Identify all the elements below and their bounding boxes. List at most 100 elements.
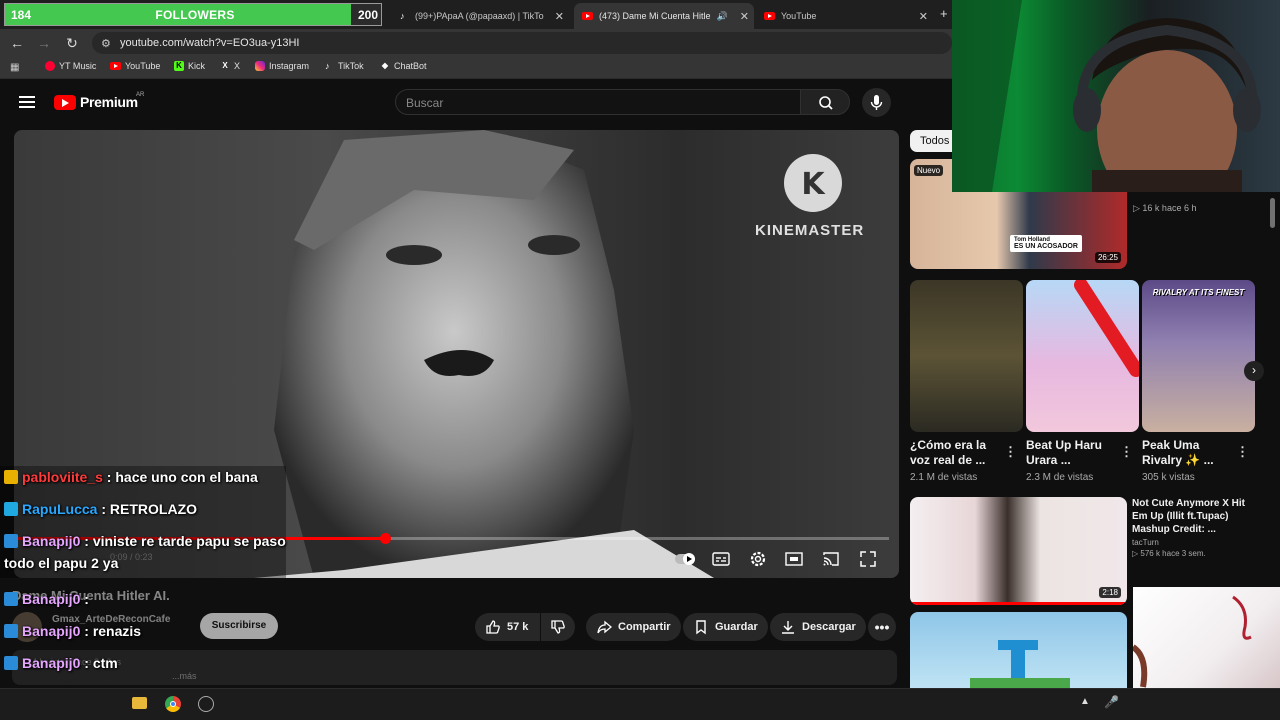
bookmark-icon bbox=[696, 620, 706, 635]
chat-username: Banapij0 bbox=[22, 533, 81, 549]
url-text: youtube.com/watch?v=EO3ua-y13HI bbox=[120, 37, 300, 49]
close-tab-icon[interactable]: ✕ bbox=[740, 10, 749, 23]
fullscreen-icon[interactable] bbox=[858, 549, 878, 569]
voice-search-button[interactable] bbox=[862, 88, 891, 117]
bookmark-youtube[interactable]: YouTube bbox=[110, 61, 160, 71]
ytmusic-icon bbox=[45, 61, 55, 71]
recommended-video-thumbnail[interactable] bbox=[910, 612, 1127, 688]
search-button[interactable] bbox=[800, 89, 850, 115]
subtitles-icon[interactable] bbox=[711, 549, 731, 569]
recommended-info[interactable]: Not Cute Anymore X Hit Em Up (Illit ft.T… bbox=[1132, 497, 1256, 558]
address-bar[interactable]: ⚙ youtube.com/watch?v=EO3ua-y13HI bbox=[92, 32, 952, 54]
chrome-icon[interactable] bbox=[165, 696, 181, 712]
bookmark-label: YT Music bbox=[59, 61, 97, 71]
tab-youtube[interactable]: YouTube ✕ bbox=[756, 3, 936, 29]
more-horizontal-icon: ••• bbox=[874, 619, 890, 635]
short-title: Beat Up Haru bbox=[1026, 438, 1103, 452]
thumb-caption: RIVALRY AT ITS FINEST bbox=[1152, 288, 1245, 297]
bookmark-x[interactable]: X X bbox=[220, 61, 240, 71]
download-button[interactable]: Descargar bbox=[770, 613, 866, 641]
chat-text: RETROLAZO bbox=[109, 501, 198, 517]
close-tab-icon[interactable]: ✕ bbox=[555, 10, 564, 23]
tray-chevron-up-icon[interactable]: ▲ bbox=[1080, 696, 1090, 707]
duration-badge: 2:18 bbox=[1099, 587, 1121, 598]
close-tab-icon[interactable]: ✕ bbox=[919, 10, 928, 23]
hamburger-menu-icon[interactable] bbox=[19, 96, 35, 111]
chat-message: Banapij0 : renazis bbox=[4, 620, 286, 642]
bookmark-ytmusic[interactable]: YT Music bbox=[45, 61, 96, 71]
tab-tiktok[interactable]: ♪ (99+)PApaA (@papaaxd) | TikTo ✕ bbox=[392, 3, 572, 29]
chat-separator: : bbox=[80, 655, 93, 671]
shorts-next-arrow-icon[interactable]: › bbox=[1244, 361, 1264, 381]
bookmark-label: X bbox=[234, 61, 241, 71]
scrollbar-thumb[interactable] bbox=[1270, 198, 1275, 228]
chat-message: Banapij0 : viniste re tarde papu se paso… bbox=[4, 530, 286, 574]
youtube-logo-icon bbox=[54, 94, 76, 110]
webcam-feed bbox=[952, 0, 1261, 192]
miniplayer-icon[interactable] bbox=[784, 549, 804, 569]
more-actions-button[interactable]: ••• bbox=[868, 613, 896, 641]
chat-separator: : bbox=[80, 623, 93, 639]
bookmark-kick[interactable]: K Kick bbox=[174, 61, 205, 71]
youtube-icon bbox=[110, 62, 121, 70]
bookmark-chatbot[interactable]: ◆ ChatBot bbox=[380, 61, 427, 71]
short-thumbnail-1[interactable] bbox=[910, 280, 1023, 432]
cast-icon[interactable] bbox=[821, 549, 841, 569]
short-info-3[interactable]: Peak Uma Rivalry ✨ ... 305 k vistas bbox=[1142, 438, 1242, 483]
back-icon[interactable]: ← bbox=[8, 35, 26, 51]
tab-active-video[interactable]: (473) Dame Mi Cuenta Hitle 🔊 ✕ bbox=[574, 3, 754, 29]
recommended-video-thumbnail[interactable]: 2:18 bbox=[910, 497, 1127, 605]
logo-text: Premium bbox=[80, 94, 138, 110]
meta-text: 16 k hace 6 h bbox=[1142, 203, 1197, 213]
reload-icon[interactable]: ↻ bbox=[63, 35, 81, 52]
short-views: 305 k vistas bbox=[1142, 472, 1195, 483]
save-button[interactable]: Guardar bbox=[683, 613, 768, 641]
file-explorer-icon[interactable] bbox=[132, 697, 147, 709]
site-info-icon[interactable]: ⚙ bbox=[101, 37, 111, 50]
more-vertical-icon[interactable]: ⋮ bbox=[1236, 444, 1249, 460]
bookmarks-bar: ▦ YT Music YouTube K Kick X X Instagram … bbox=[0, 57, 952, 79]
speaker-icon[interactable]: 🔊 bbox=[717, 11, 728, 22]
short-thumbnail-3[interactable]: RIVALRY AT ITS FINEST bbox=[1142, 280, 1255, 432]
bookmark-label: TikTok bbox=[338, 61, 364, 71]
kick-badge-icon bbox=[4, 592, 18, 606]
thumbs-up-icon bbox=[486, 620, 500, 634]
new-tab-icon[interactable]: + bbox=[940, 6, 948, 21]
kick-icon: K bbox=[174, 61, 184, 71]
bookmark-instagram[interactable]: Instagram bbox=[255, 61, 309, 71]
search-placeholder: Buscar bbox=[406, 96, 444, 110]
bookmark-tiktok[interactable]: ♪ TikTok bbox=[325, 61, 364, 71]
apps-grid-icon[interactable]: ▦ bbox=[10, 62, 19, 73]
chat-username: Banapij0 bbox=[22, 591, 81, 607]
chat-message: Banapij0 : ctm bbox=[4, 652, 286, 674]
settings-gear-icon[interactable] bbox=[748, 549, 768, 569]
download-label: Descargar bbox=[802, 621, 856, 633]
app-icon[interactable] bbox=[198, 696, 214, 712]
short-info-1[interactable]: ¿Cómo era la voz real de ... 2.1 M de vi… bbox=[910, 438, 1010, 483]
share-button[interactable]: Compartir bbox=[586, 613, 681, 641]
more-vertical-icon[interactable]: ⋮ bbox=[1004, 444, 1017, 460]
forward-icon[interactable]: → bbox=[35, 35, 53, 51]
dislike-button[interactable] bbox=[541, 613, 575, 641]
minecraft-t-graphic bbox=[970, 640, 1070, 688]
like-button[interactable]: 57 k bbox=[475, 613, 540, 641]
short-thumbnail-2[interactable] bbox=[1026, 280, 1139, 432]
autoplay-toggle[interactable] bbox=[674, 549, 695, 569]
short-info-2[interactable]: Beat Up Haru Urara ... 2.3 M de vistas bbox=[1026, 438, 1126, 483]
chat-username: Banapij0 bbox=[22, 655, 81, 671]
address-toolbar: ← → ↻ ⚙ youtube.com/watch?v=EO3ua-y13HI bbox=[0, 29, 952, 57]
short-title: Urara ... bbox=[1026, 453, 1071, 467]
new-badge: Nuevo bbox=[914, 165, 944, 176]
save-label: Guardar bbox=[715, 621, 758, 633]
seek-handle[interactable] bbox=[380, 533, 391, 544]
kick-badge-icon bbox=[4, 534, 18, 548]
kinemaster-logo: K bbox=[780, 154, 846, 212]
kick-badge-icon bbox=[4, 656, 18, 670]
search-input[interactable]: Buscar bbox=[395, 89, 801, 115]
tab-label: (99+)PApaA (@papaaxd) | TikTo bbox=[415, 11, 544, 21]
youtube-premium-logo[interactable]: Premium AR bbox=[54, 92, 144, 110]
recommended-title: Not Cute Anymore X Hit Em Up (Illit ft.T… bbox=[1132, 498, 1245, 535]
bookmark-label: Instagram bbox=[269, 61, 310, 71]
tray-microphone-icon[interactable]: 🎤 bbox=[1104, 695, 1119, 709]
more-vertical-icon[interactable]: ⋮ bbox=[1120, 444, 1133, 460]
